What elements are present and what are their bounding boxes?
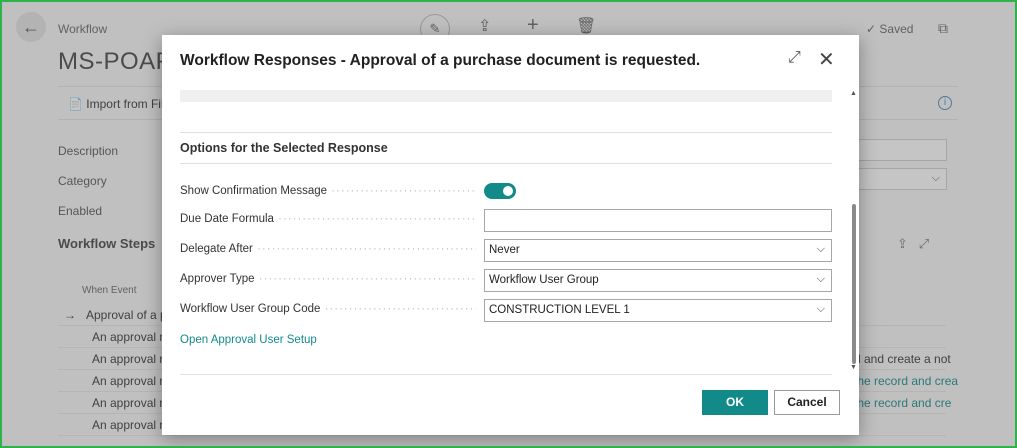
divider — [180, 132, 832, 133]
row-show-confirmation: Show Confirmation Message — [180, 181, 832, 203]
delegate-after-select[interactable]: Never ⌵ — [484, 239, 832, 262]
toggle-knob — [503, 186, 513, 196]
expand-icon[interactable]: ⤢ — [788, 49, 801, 67]
scrollbar-thumb[interactable] — [852, 204, 856, 364]
row-delegate-after: Delegate After Never ⌵ — [180, 239, 832, 262]
chevron-down-icon: ⌵ — [816, 243, 825, 255]
scroll-up-icon[interactable]: ▲ — [850, 90, 857, 97]
scroll-down-icon[interactable]: ▼ — [850, 364, 857, 371]
open-approval-user-setup-link[interactable]: Open Approval User Setup — [180, 334, 317, 346]
dialog-scrollbar[interactable]: ▲ ▼ — [850, 90, 857, 372]
approver-type-label: Approver Type — [180, 273, 476, 285]
divider — [180, 163, 832, 164]
divider — [180, 374, 832, 375]
row-group-code: Workflow User Group Code CONSTRUCTION LE… — [180, 299, 832, 322]
row-approver-type: Approver Type Workflow User Group ⌵ — [180, 269, 832, 292]
group-code-value: CONSTRUCTION LEVEL 1 — [489, 304, 630, 316]
dialog-title: Workflow Responses - Approval of a purch… — [180, 52, 701, 69]
group-code-select[interactable]: CONSTRUCTION LEVEL 1 ⌵ — [484, 299, 832, 322]
chevron-down-icon: ⌵ — [816, 303, 825, 315]
delegate-after-label: Delegate After — [180, 243, 476, 255]
ok-button[interactable]: OK — [702, 390, 768, 415]
delegate-after-value: Never — [489, 244, 520, 256]
screenshot-frame: ← Workflow MS-POAPY ✎ ⇪ + 🗑 ✓ Saved ⧉ 📄 … — [0, 0, 1017, 448]
show-confirmation-toggle[interactable] — [484, 183, 516, 199]
approver-type-value: Workflow User Group — [489, 274, 599, 286]
approver-type-select[interactable]: Workflow User Group ⌵ — [484, 269, 832, 292]
due-date-label: Due Date Formula — [180, 213, 476, 225]
options-header: Options for the Selected Response — [180, 141, 388, 155]
show-confirmation-label: Show Confirmation Message — [180, 185, 476, 197]
scrolled-content-band — [180, 90, 832, 102]
close-icon[interactable]: ✕ — [818, 47, 835, 72]
workflow-responses-dialog: Workflow Responses - Approval of a purch… — [162, 35, 859, 435]
due-date-input[interactable] — [484, 209, 832, 232]
row-due-date: Due Date Formula — [180, 209, 832, 232]
group-code-label: Workflow User Group Code — [180, 303, 476, 315]
chevron-down-icon: ⌵ — [816, 273, 825, 285]
cancel-button[interactable]: Cancel — [774, 390, 840, 415]
